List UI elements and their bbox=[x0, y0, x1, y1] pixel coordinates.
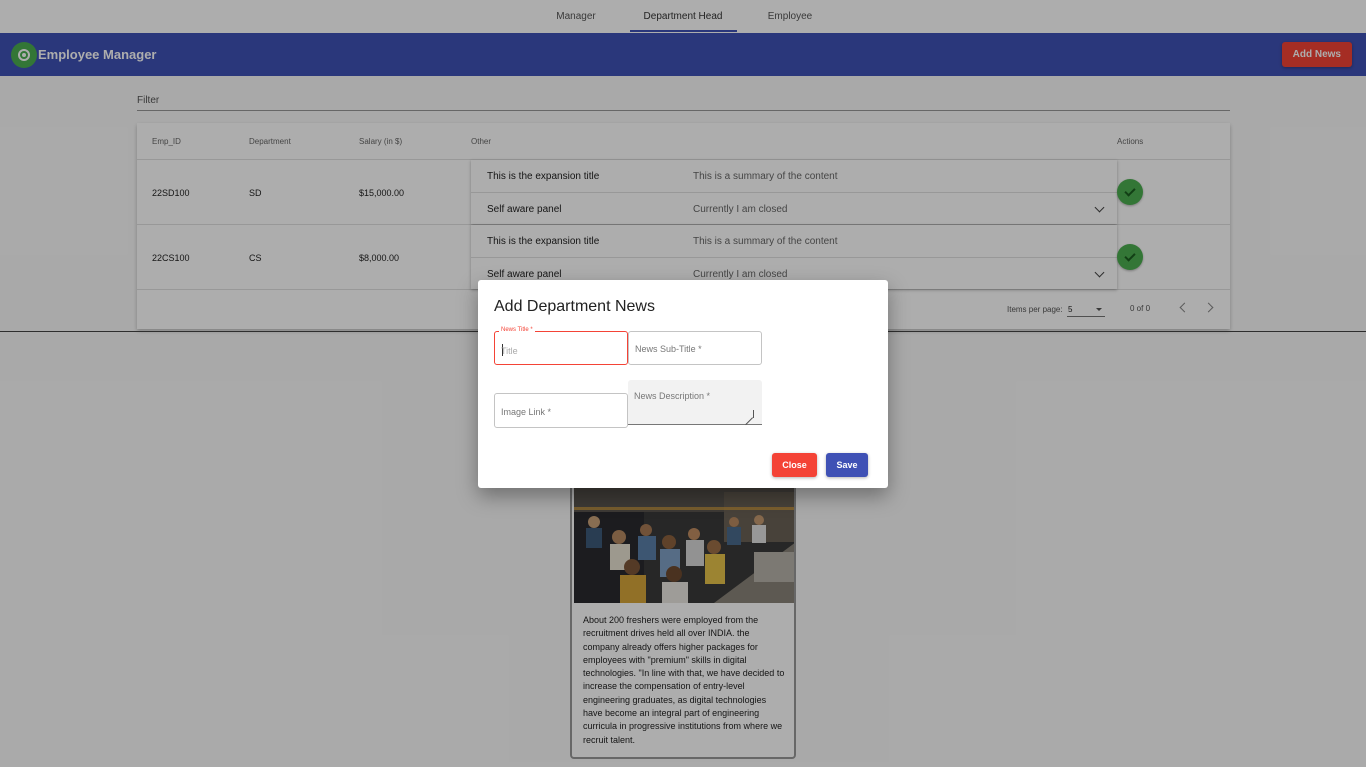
close-button[interactable]: Close bbox=[772, 453, 817, 477]
add-news-dialog: Add Department News News Title * Close S… bbox=[478, 280, 888, 488]
news-title-field: News Title * bbox=[494, 327, 628, 365]
news-subtitle-field bbox=[628, 331, 762, 365]
image-link-input[interactable] bbox=[501, 405, 621, 419]
news-title-input[interactable] bbox=[501, 344, 621, 358]
news-title-label: News Title * bbox=[499, 327, 535, 333]
news-description-field bbox=[628, 380, 762, 425]
news-subtitle-input[interactable] bbox=[635, 342, 755, 356]
save-button[interactable]: Save bbox=[826, 453, 868, 477]
resize-handle-icon[interactable] bbox=[746, 410, 754, 418]
dialog-title: Add Department News bbox=[494, 298, 655, 315]
news-description-textarea[interactable] bbox=[634, 391, 754, 413]
image-link-field bbox=[494, 393, 628, 428]
